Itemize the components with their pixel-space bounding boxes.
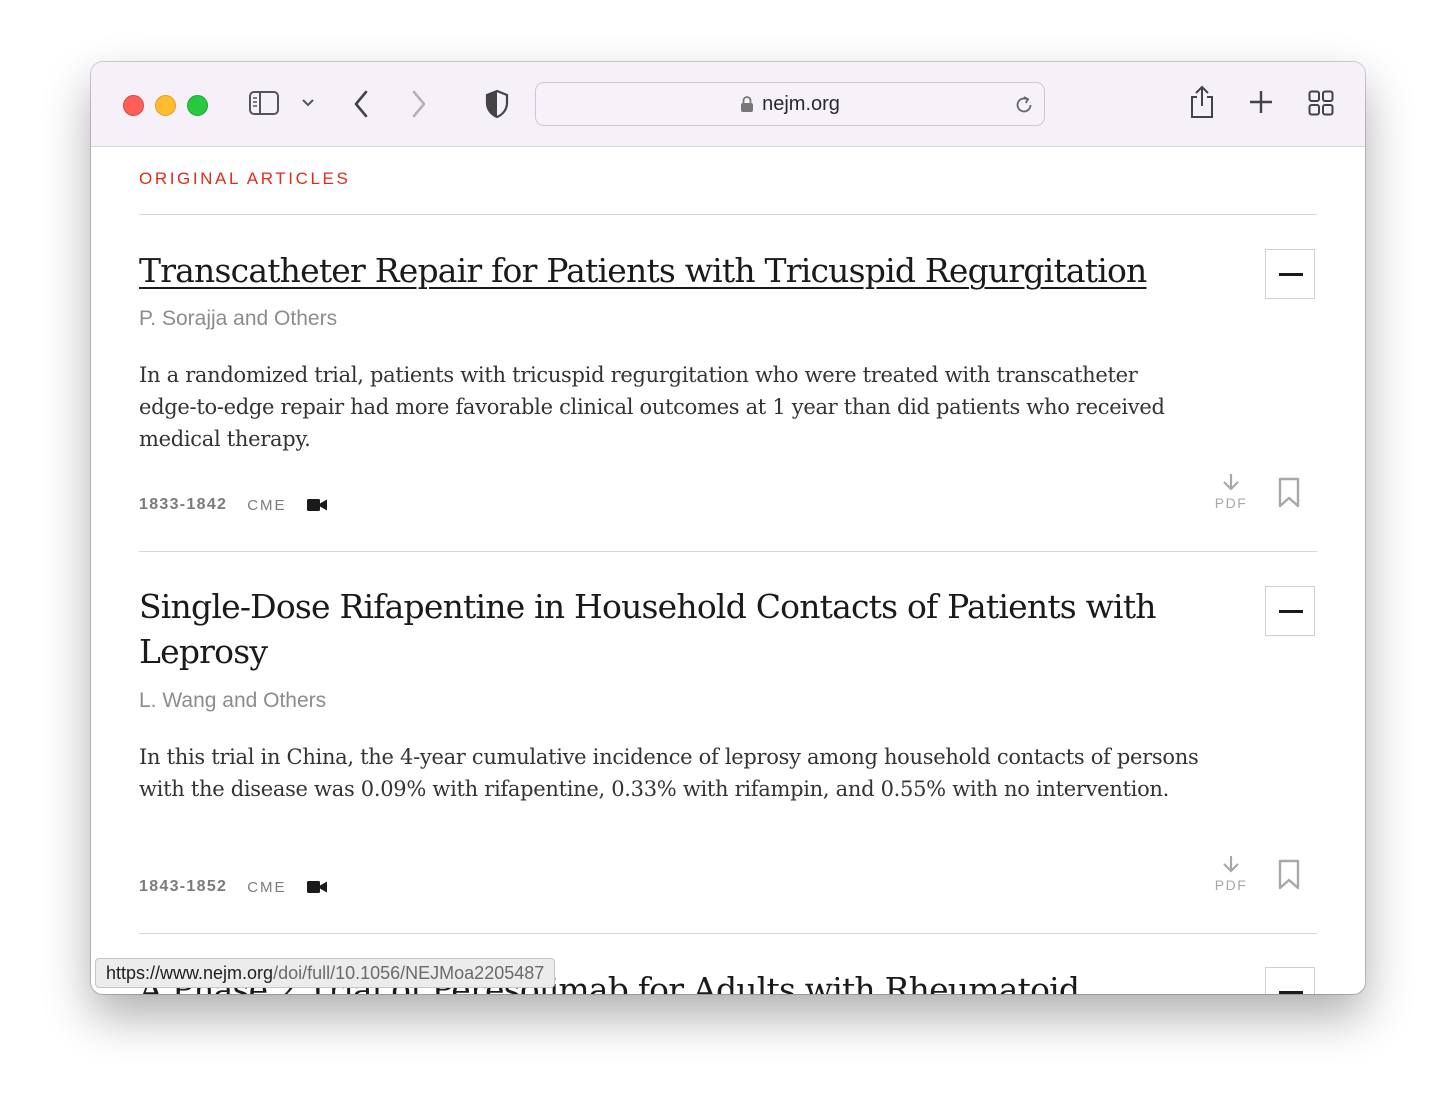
article-meta: 1843-1852 CME: [139, 878, 327, 896]
page-range: 1833-1842: [139, 496, 228, 513]
collapse-button[interactable]: [1265, 586, 1315, 636]
article-authors[interactable]: P. Sorajja and Others: [139, 307, 337, 331]
article-title-link[interactable]: Single-Dose Rifapentine in Household Con…: [139, 584, 1199, 674]
collapse-button[interactable]: [1265, 249, 1315, 299]
close-window-button[interactable]: [123, 95, 144, 116]
article-summary: In a randomized trial, patients with tri…: [139, 363, 1165, 451]
reload-icon[interactable]: [1013, 94, 1035, 116]
download-icon: [1223, 474, 1239, 491]
shield-icon[interactable]: [484, 89, 510, 119]
zoom-window-button[interactable]: [187, 95, 208, 116]
pdf-label: PDF: [1214, 877, 1248, 893]
back-icon[interactable]: [351, 89, 371, 119]
new-tab-icon[interactable]: [1249, 90, 1273, 114]
minus-icon: [1279, 991, 1303, 994]
divider: [139, 551, 1317, 552]
article-meta: 1833-1842 CME: [139, 496, 327, 514]
tab-overview-icon[interactable]: [1308, 90, 1334, 116]
link-status-bar: https://www.nejm.org/doi/full/10.1056/NE…: [95, 958, 556, 988]
pdf-download-button[interactable]: PDF: [1209, 473, 1253, 517]
chevron-down-icon[interactable]: [301, 97, 315, 109]
collapse-button[interactable]: [1265, 967, 1315, 994]
cme-badge[interactable]: CME: [247, 879, 286, 896]
article-summary: In this trial in China, the 4-year cumul…: [139, 745, 1199, 801]
bookmark-icon[interactable]: [1277, 859, 1301, 891]
status-url-path: /doi/full/10.1056/NEJMoa2205487: [273, 962, 545, 983]
divider: [139, 933, 1317, 934]
sidebar-icon[interactable]: [248, 89, 280, 117]
browser-window: nejm.org ORIGINAL ARTICLES Transcatheter…: [91, 62, 1365, 994]
page-range: 1843-1852: [139, 878, 228, 895]
address-bar[interactable]: nejm.org: [535, 82, 1045, 126]
browser-toolbar: nejm.org: [91, 62, 1365, 147]
url-text: nejm.org: [762, 92, 840, 115]
minus-icon: [1279, 610, 1303, 613]
video-icon[interactable]: [306, 498, 327, 512]
lock-icon: [741, 96, 754, 112]
pdf-download-button[interactable]: PDF: [1209, 855, 1253, 899]
download-icon: [1223, 856, 1239, 873]
article-authors[interactable]: L. Wang and Others: [139, 689, 326, 713]
share-icon[interactable]: [1189, 84, 1215, 120]
bookmark-icon[interactable]: [1277, 477, 1301, 509]
divider: [139, 214, 1317, 215]
cme-badge[interactable]: CME: [247, 497, 286, 514]
forward-icon[interactable]: [409, 89, 429, 119]
section-heading: ORIGINAL ARTICLES: [139, 169, 351, 188]
minimize-window-button[interactable]: [155, 95, 176, 116]
article-title-link[interactable]: Transcatheter Repair for Patients with T…: [139, 248, 1199, 293]
status-url-host: https://www.nejm.org: [106, 962, 274, 983]
pdf-label: PDF: [1214, 495, 1248, 511]
page-content: ORIGINAL ARTICLES Transcatheter Repair f…: [91, 147, 1365, 994]
video-icon[interactable]: [306, 880, 327, 894]
minus-icon: [1279, 273, 1303, 276]
